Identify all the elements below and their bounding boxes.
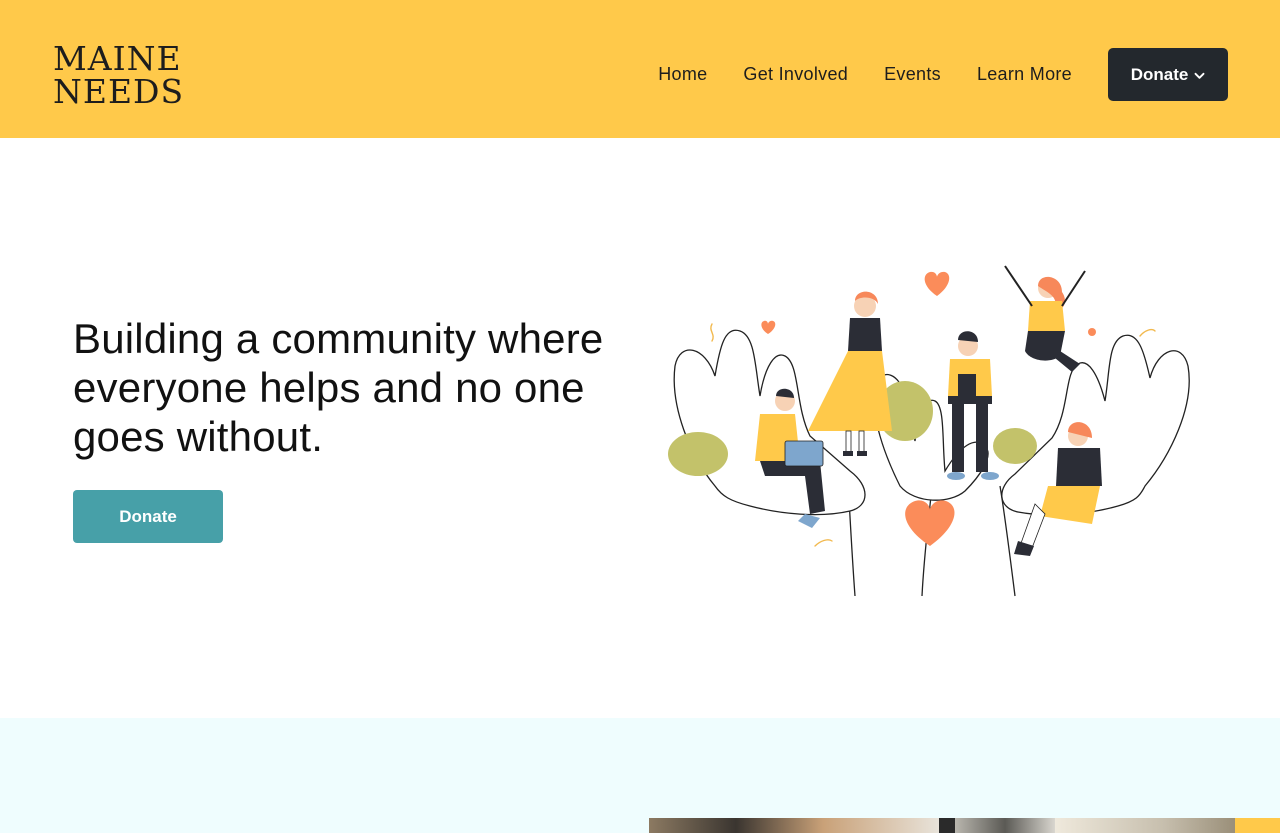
hero-headline: Building a community where everyone help…: [73, 315, 604, 460]
heart-top: [924, 271, 950, 296]
logo-line-2: NEEDS: [53, 72, 185, 111]
nav-events[interactable]: Events: [884, 64, 941, 85]
community-hands-illustration: [668, 265, 1190, 597]
photo-thumb: [939, 818, 955, 833]
leaf: [668, 432, 728, 476]
photo-thumb: [649, 818, 939, 833]
main-nav: Home Get Involved Events Learn More: [658, 64, 1072, 85]
site-header: MAINE NEEDS Home Get Involved Events Lea…: [0, 0, 1280, 138]
photo-thumb: [1235, 818, 1280, 833]
hero-donate-button[interactable]: Donate: [73, 490, 223, 543]
photo-thumb: [1055, 818, 1235, 833]
logo-line-1: MAINE: [53, 39, 182, 78]
chevron-down-icon: [1194, 72, 1205, 79]
header-donate-label: Donate: [1130, 64, 1189, 84]
hero-section: Building a community where everyone help…: [0, 138, 1280, 718]
nav-get-involved[interactable]: Get Involved: [743, 64, 848, 85]
photo-strip: [649, 818, 1280, 833]
heart-small: [761, 320, 776, 334]
content-band: [0, 718, 1280, 833]
person-woman-jumping: [1004, 265, 1086, 372]
nav-learn-more[interactable]: Learn More: [977, 64, 1072, 85]
sparkle: [1088, 328, 1096, 336]
photo-thumb: [955, 818, 1055, 833]
header-donate-button[interactable]: Donate: [1108, 48, 1228, 101]
leaf: [993, 428, 1037, 464]
nav-home[interactable]: Home: [658, 64, 707, 85]
site-logo[interactable]: MAINE NEEDS: [53, 42, 184, 108]
